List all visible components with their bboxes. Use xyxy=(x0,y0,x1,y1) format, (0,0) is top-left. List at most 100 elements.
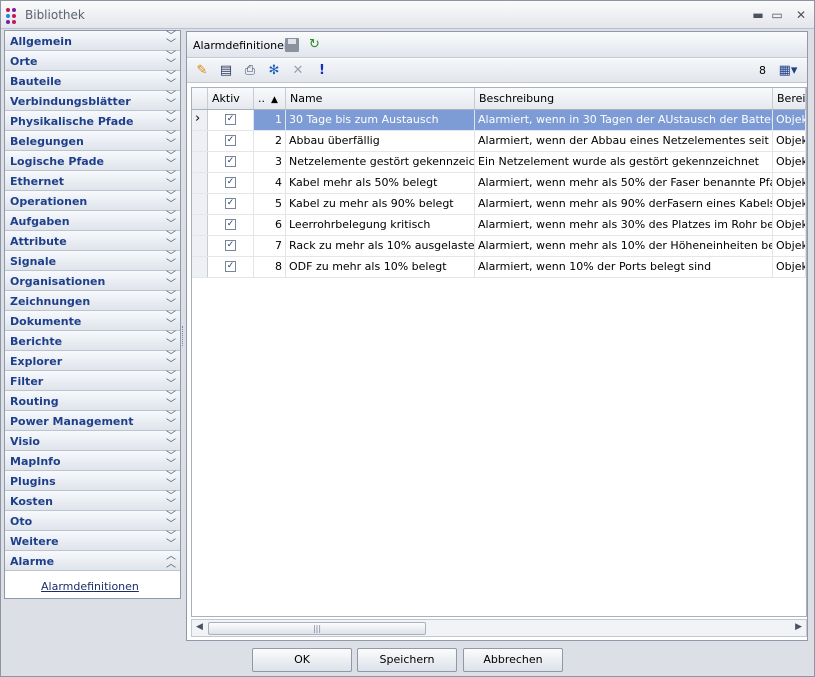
table-row[interactable]: ✓ 6 Leerrohrbelegung kritisch Alarmiert, we… xyxy=(192,215,806,236)
header-name[interactable]: Name xyxy=(286,88,475,109)
maximize-button[interactable]: ▭ xyxy=(769,7,785,23)
name-cell: Kabel mehr als 50% belegt xyxy=(286,173,475,193)
table-row[interactable]: ✓ 7 Rack zu mehr als 10% ausgelastet Alarmi… xyxy=(192,236,806,257)
save-button[interactable]: Speichern xyxy=(357,648,457,672)
header-description[interactable]: Beschreibung xyxy=(475,88,773,109)
save-icon[interactable] xyxy=(285,38,299,52)
table-row[interactable]: ✓ 3Netzelemente gestört gekennzeichnetEin… xyxy=(192,152,806,173)
sidebar-item[interactable]: Visio ﹀ ﹀ xyxy=(5,431,180,451)
chevron-down-icon: ﹀ ﹀ xyxy=(166,171,176,190)
sidebar-item[interactable]: Alarme ︿ ︿ xyxy=(5,551,180,571)
grid-header: Aktiv .. ▲ Name Beschreibung Bereich xyxy=(192,88,806,110)
sidebar-item-label: Aufgaben xyxy=(10,215,70,228)
new-icon[interactable]: ✻ xyxy=(265,62,283,80)
sidebar-item[interactable]: Organisationen ﹀ ﹀ xyxy=(5,271,180,291)
calendar-icon[interactable]: ▤ xyxy=(217,62,235,80)
scroll-left-icon[interactable]: ◀ xyxy=(196,622,203,632)
chevron-down-icon: ﹀ ﹀ xyxy=(166,51,176,70)
name-cell: Netzelemente gestört gekennzeichnet xyxy=(286,152,475,172)
table-row[interactable]: ✓ 2 Abbau überfällig Alarmiert, wenn der Ab… xyxy=(192,131,806,152)
sidebar-item[interactable]: Logische Pfade ﹀ ﹀ xyxy=(5,151,180,171)
sidebar-item[interactable]: Dokumente ﹀ ﹀ xyxy=(5,311,180,331)
chevron-down-icon: ﹀ ﹀ xyxy=(166,231,176,250)
header-indicator xyxy=(192,88,208,109)
sidebar-item[interactable]: Weitere ﹀ ﹀ xyxy=(5,531,180,551)
row-indicator: › xyxy=(192,110,208,130)
bereich-cell: Objekt xyxy=(773,215,806,235)
aktiv-cell: ✓ xyxy=(208,215,254,235)
sidebar-item[interactable]: Routing ﹀ ﹀ xyxy=(5,391,180,411)
header-aktiv[interactable]: Aktiv xyxy=(208,88,254,109)
sidebar-item[interactable]: Plugins ﹀ ﹀ xyxy=(5,471,180,491)
header-bereich[interactable]: Bereich xyxy=(773,88,806,109)
scroll-right-icon[interactable]: ▶ xyxy=(795,622,802,632)
sidebar-item[interactable]: Bauteile ﹀ ﹀ xyxy=(5,71,180,91)
sidebar-item[interactable]: Belegungen ﹀ ﹀ xyxy=(5,131,180,151)
aktiv-checkbox[interactable]: ✓ xyxy=(225,114,236,125)
sidebar-item[interactable]: Ethernet ﹀ ﹀ xyxy=(5,171,180,191)
bereich-cell: Objekt xyxy=(773,110,806,130)
table-row[interactable]: ✓ 8 ODF zu mehr als 10% belegt Alarmiert, w… xyxy=(192,257,806,278)
sidebar-item[interactable]: Aufgaben ﹀ ﹀ xyxy=(5,211,180,231)
window: Bibliothek ▬ ▭ ✕ Allgemein ﹀ ﹀ Orte ﹀ ﹀ Bautei… xyxy=(0,0,815,677)
table-row[interactable]: ✓ 5 Kabel zu mehr als 90% belegt Alarmiert,… xyxy=(192,194,806,215)
sidebar-item[interactable]: Verbindungsblätter ﹀ ﹀ xyxy=(5,91,180,111)
refresh-icon[interactable]: ↻ xyxy=(309,37,320,52)
sidebar-item[interactable]: Power Management ﹀ ﹀ xyxy=(5,411,180,431)
sidebar-item[interactable]: Berichte ﹀ ﹀ xyxy=(5,331,180,351)
sidebar-item[interactable]: Operationen ﹀ ﹀ xyxy=(5,191,180,211)
sidebar-item[interactable]: Filter ﹀ ﹀ xyxy=(5,371,180,391)
sidebar-item[interactable]: Oto ﹀ ﹀ xyxy=(5,511,180,531)
header-number[interactable]: .. ▲ xyxy=(254,88,286,109)
sidebar-item[interactable]: Orte ﹀ ﹀ xyxy=(5,51,180,71)
chevron-down-icon: ﹀ ﹀ xyxy=(166,511,176,530)
aktiv-checkbox[interactable]: ✓ xyxy=(225,177,236,188)
scroll-thumb[interactable]: ||| xyxy=(208,622,426,635)
chevron-down-icon: ﹀ ﹀ xyxy=(166,151,176,170)
splitter-handle[interactable] xyxy=(182,326,185,346)
filter-edit-icon[interactable]: ✎ xyxy=(193,62,211,80)
print-icon[interactable]: ⎙ xyxy=(241,62,259,80)
sidebar-item-label: Berichte xyxy=(10,335,63,348)
sidebar-item-label: Ethernet xyxy=(10,175,65,188)
minimize-icon: ▬ xyxy=(752,8,764,22)
sidebar-item[interactable]: Zeichnungen ﹀ ﹀ xyxy=(5,291,180,311)
number-cell: 2 xyxy=(254,131,286,151)
cancel-button[interactable]: Abbrechen xyxy=(463,648,563,672)
alert-icon[interactable]: ! xyxy=(313,62,331,80)
delete-icon[interactable]: ✕ xyxy=(289,62,307,80)
aktiv-checkbox[interactable]: ✓ xyxy=(225,135,236,146)
horizontal-scrollbar[interactable]: ◀ ||| ▶ xyxy=(191,619,807,637)
table-row[interactable]: › ✓ 1 30 Tage bis zum Austausch Alarmiert, w… xyxy=(192,110,806,131)
sidebar-item-label: Power Management xyxy=(10,415,134,428)
sidebar-item[interactable]: Attribute ﹀ ﹀ xyxy=(5,231,180,251)
panel-header: Alarmdefinitionen ↻ xyxy=(187,32,807,58)
sidebar-item[interactable]: Physikalische Pfade ﹀ ﹀ xyxy=(5,111,180,131)
aktiv-checkbox[interactable]: ✓ xyxy=(225,240,236,251)
aktiv-checkbox[interactable]: ✓ xyxy=(225,198,236,209)
number-cell: 7 xyxy=(254,236,286,256)
chevron-down-icon: ﹀ ﹀ xyxy=(166,131,176,150)
column-chooser-icon[interactable]: ▦▾ xyxy=(775,62,801,80)
sidebar-link-alarmdefinitionen[interactable]: Alarmdefinitionen xyxy=(41,580,139,593)
sidebar-item[interactable]: Kosten ﹀ ﹀ xyxy=(5,491,180,511)
sidebar-item-label: Routing xyxy=(10,395,59,408)
sidebar-item-label: Signale xyxy=(10,255,57,268)
panel-title: Alarmdefinitionen xyxy=(193,39,291,52)
sidebar-item-label: Logische Pfade xyxy=(10,155,105,168)
number-cell: 1 xyxy=(254,110,286,130)
close-button[interactable]: ✕ xyxy=(793,7,809,23)
aktiv-checkbox[interactable]: ✓ xyxy=(225,261,236,272)
table-row[interactable]: ✓ 4 Kabel mehr als 50% belegt Alarmiert, we… xyxy=(192,173,806,194)
sidebar-item-label: Attribute xyxy=(10,235,67,248)
chevron-down-icon: ﹀ ﹀ xyxy=(166,31,176,50)
sidebar-item[interactable]: Explorer ﹀ ﹀ xyxy=(5,351,180,371)
sidebar-item[interactable]: Allgemein ﹀ ﹀ xyxy=(5,31,180,51)
sidebar-item[interactable]: Signale ﹀ ﹀ xyxy=(5,251,180,271)
aktiv-checkbox[interactable]: ✓ xyxy=(225,156,236,167)
ok-button[interactable]: OK xyxy=(252,648,352,672)
aktiv-checkbox[interactable]: ✓ xyxy=(225,219,236,230)
minimize-button[interactable]: ▬ xyxy=(750,7,766,23)
title-bar: Bibliothek ▬ ▭ ✕ xyxy=(1,1,814,29)
sidebar-item[interactable]: MapInfo ﹀ ﹀ xyxy=(5,451,180,471)
